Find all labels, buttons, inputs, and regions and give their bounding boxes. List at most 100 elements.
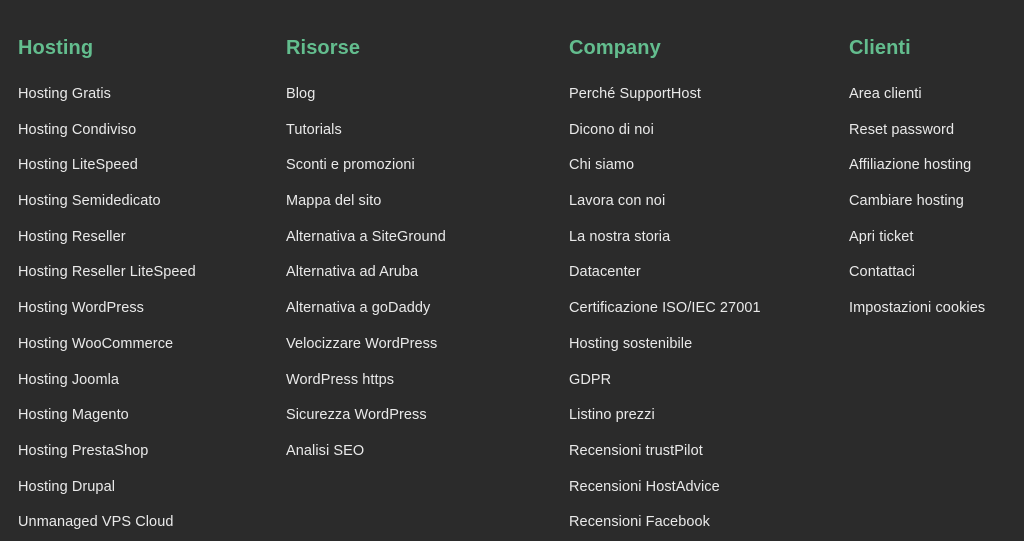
- list-item: Sconti e promozioni: [286, 147, 567, 183]
- list-item: Hosting WooCommerce: [18, 326, 284, 362]
- list-item: Chi siamo: [569, 147, 848, 183]
- list-item: Cambiare hosting: [849, 183, 1024, 219]
- footer-link[interactable]: Sconti e promozioni: [286, 148, 415, 184]
- list-item: Alternativa a goDaddy: [286, 290, 567, 326]
- footer-link[interactable]: Impostazioni cookies: [849, 291, 985, 327]
- footer-link[interactable]: Hosting WordPress: [18, 291, 144, 327]
- footer-link[interactable]: Alternativa ad Aruba: [286, 255, 418, 291]
- footer-link[interactable]: Affiliazione hosting: [849, 148, 971, 184]
- list-item: Recensioni trustPilot: [569, 433, 848, 469]
- list-item: Recensioni HostAdvice: [569, 469, 848, 505]
- footer-link[interactable]: Dicono di noi: [569, 113, 654, 149]
- footer-link-list: Blog Tutorials Sconti e promozioni Mappa…: [286, 58, 567, 469]
- footer-column-clienti: Clienti Area clienti Reset password Affi…: [848, 0, 1024, 326]
- list-item: Analisi SEO: [286, 433, 567, 469]
- list-item: Contattaci: [849, 254, 1024, 290]
- footer-link[interactable]: Hosting PrestaShop: [18, 434, 148, 470]
- list-item: Hosting Reseller LiteSpeed: [18, 254, 284, 290]
- footer-link[interactable]: Area clienti: [849, 77, 922, 113]
- footer-link-columns: Hosting Hosting Gratis Hosting Condiviso…: [0, 0, 1024, 534]
- list-item: Hosting Magento: [18, 397, 284, 433]
- footer-link[interactable]: Hosting Gratis: [18, 77, 111, 113]
- list-item: Impostazioni cookies: [849, 290, 1024, 326]
- list-item: Lavora con noi: [569, 183, 848, 219]
- footer-link[interactable]: Datacenter: [569, 255, 641, 291]
- footer-link[interactable]: Unmanaged VPS Cloud: [18, 505, 173, 541]
- list-item: Blog: [286, 76, 567, 112]
- list-item: Hosting Joomla: [18, 362, 284, 398]
- footer-link[interactable]: Hosting LiteSpeed: [18, 148, 138, 184]
- footer-link-list: Hosting Gratis Hosting Condiviso Hosting…: [18, 58, 284, 540]
- footer-link[interactable]: Lavora con noi: [569, 184, 665, 220]
- footer-link[interactable]: Blog: [286, 77, 315, 113]
- list-item: Unmanaged VPS Cloud: [18, 504, 284, 540]
- footer-link[interactable]: Contattaci: [849, 255, 915, 291]
- footer-link[interactable]: Recensioni Facebook: [569, 505, 710, 541]
- list-item: Tutorials: [286, 112, 567, 148]
- list-item: La nostra storia: [569, 219, 848, 255]
- footer-link[interactable]: Hosting Semidedicato: [18, 184, 161, 220]
- footer-link[interactable]: Reset password: [849, 113, 954, 149]
- footer-link[interactable]: Alternativa a goDaddy: [286, 291, 430, 327]
- footer-column-company: Company Perché SupportHost Dicono di noi…: [567, 0, 848, 540]
- footer-link[interactable]: Apri ticket: [849, 220, 914, 256]
- footer-column-heading: Hosting: [18, 37, 94, 59]
- footer-link[interactable]: Hosting Magento: [18, 398, 129, 434]
- footer-link[interactable]: Chi siamo: [569, 148, 634, 184]
- list-item: Hosting WordPress: [18, 290, 284, 326]
- footer-link-list: Area clienti Reset password Affiliazione…: [849, 58, 1024, 326]
- footer-link[interactable]: Hosting Joomla: [18, 363, 119, 399]
- footer-column-heading: Risorse: [286, 37, 361, 59]
- list-item: Hosting Drupal: [18, 469, 284, 505]
- list-item: Hosting LiteSpeed: [18, 147, 284, 183]
- list-item: Dicono di noi: [569, 112, 848, 148]
- footer-column-heading: Clienti: [849, 37, 911, 59]
- footer-link-list: Perché SupportHost Dicono di noi Chi sia…: [569, 58, 848, 540]
- list-item: Hosting PrestaShop: [18, 433, 284, 469]
- list-item: Certificazione ISO/IEC 27001: [569, 290, 848, 326]
- footer-link[interactable]: La nostra storia: [569, 220, 670, 256]
- footer-link[interactable]: Hosting Condiviso: [18, 113, 136, 149]
- footer-link[interactable]: Analisi SEO: [286, 434, 364, 470]
- list-item: Affiliazione hosting: [849, 147, 1024, 183]
- list-item: Velocizzare WordPress: [286, 326, 567, 362]
- footer-link[interactable]: Hosting Drupal: [18, 470, 115, 506]
- footer-link[interactable]: Alternativa a SiteGround: [286, 220, 446, 256]
- footer-link[interactable]: Tutorials: [286, 113, 342, 149]
- list-item: Sicurezza WordPress: [286, 397, 567, 433]
- footer-link[interactable]: Mappa del sito: [286, 184, 381, 220]
- footer-link[interactable]: WordPress https: [286, 363, 394, 399]
- list-item: Recensioni Facebook: [569, 504, 848, 540]
- list-item: Hosting Reseller: [18, 219, 284, 255]
- list-item: Datacenter: [569, 254, 848, 290]
- footer-column-hosting: Hosting Hosting Gratis Hosting Condiviso…: [0, 0, 284, 540]
- list-item: Hosting Gratis: [18, 76, 284, 112]
- list-item: Alternativa a SiteGround: [286, 219, 567, 255]
- footer-link[interactable]: Listino prezzi: [569, 398, 655, 434]
- footer-link[interactable]: Certificazione ISO/IEC 27001: [569, 291, 761, 327]
- footer-link[interactable]: Recensioni trustPilot: [569, 434, 703, 470]
- footer-link[interactable]: Hosting sostenibile: [569, 327, 692, 363]
- list-item: GDPR: [569, 362, 848, 398]
- footer-link[interactable]: Hosting Reseller LiteSpeed: [18, 255, 196, 291]
- footer-link[interactable]: Perché SupportHost: [569, 77, 701, 113]
- list-item: Hosting Condiviso: [18, 112, 284, 148]
- footer-link[interactable]: Hosting WooCommerce: [18, 327, 173, 363]
- list-item: Hosting sostenibile: [569, 326, 848, 362]
- list-item: Alternativa ad Aruba: [286, 254, 567, 290]
- list-item: Apri ticket: [849, 219, 1024, 255]
- footer-link[interactable]: GDPR: [569, 363, 611, 399]
- list-item: Area clienti: [849, 76, 1024, 112]
- footer-link[interactable]: Recensioni HostAdvice: [569, 470, 720, 506]
- footer-column-risorse: Risorse Blog Tutorials Sconti e promozio…: [284, 0, 567, 469]
- list-item: Mappa del sito: [286, 183, 567, 219]
- footer-link[interactable]: Cambiare hosting: [849, 184, 964, 220]
- list-item: Perché SupportHost: [569, 76, 848, 112]
- list-item: Hosting Semidedicato: [18, 183, 284, 219]
- footer-link[interactable]: Hosting Reseller: [18, 220, 126, 256]
- list-item: Reset password: [849, 112, 1024, 148]
- footer-link[interactable]: Sicurezza WordPress: [286, 398, 427, 434]
- list-item: WordPress https: [286, 362, 567, 398]
- footer-link[interactable]: Velocizzare WordPress: [286, 327, 437, 363]
- footer-column-heading: Company: [569, 37, 661, 59]
